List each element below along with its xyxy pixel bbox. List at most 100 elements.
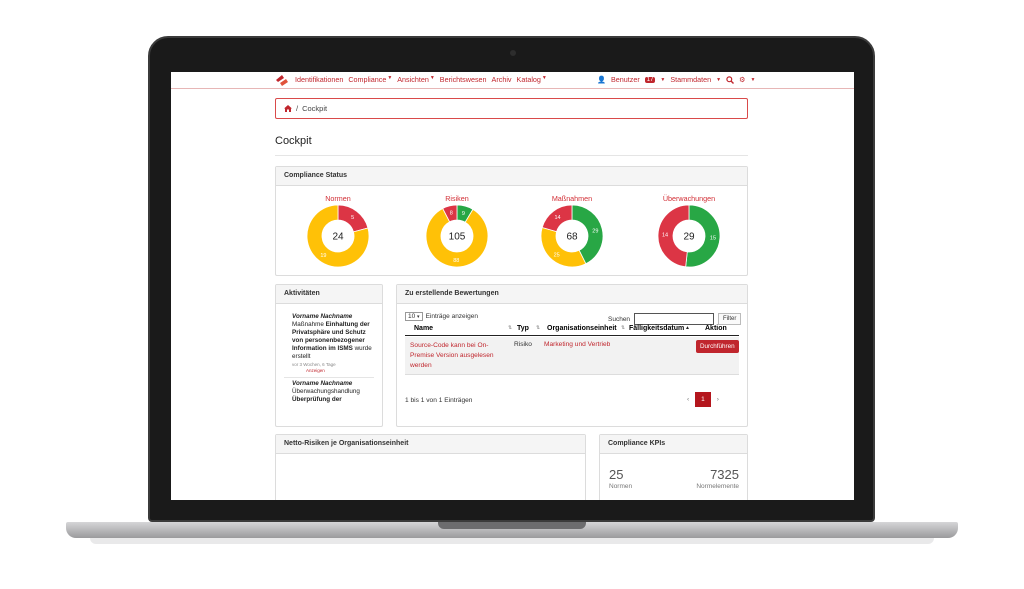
home-icon[interactable] <box>284 105 292 112</box>
table-header-rule <box>405 335 739 336</box>
search-input[interactable] <box>634 313 715 325</box>
filter-button[interactable]: Filter <box>718 313 742 325</box>
compliance-status-panel: Compliance Status Normen 5 19 24 Risiken 9 88 8… <box>275 166 748 276</box>
panel-title: Compliance Status <box>276 167 747 186</box>
sort-icon[interactable]: ⇅ <box>621 325 625 331</box>
row-org-link[interactable]: Marketing und Vertrieb <box>544 341 610 348</box>
segment-label: 5 <box>351 215 354 221</box>
panel-title: Zu erstellende Bewertungen <box>397 285 747 304</box>
nav-item[interactable]: Identifikationen <box>295 75 343 84</box>
nav-item[interactable]: Archiv <box>492 75 512 84</box>
donut-chart: Maßnahmen 29 25 14 68 <box>540 194 604 268</box>
assessments-panel: Zu erstellende Bewertungen 10 ▾ Einträge… <box>396 284 748 427</box>
activities-panel: Aktivitäten Vorname Nachname Maßnahme Ei… <box>275 284 383 427</box>
activity-show-link[interactable]: Anzeigen <box>292 368 374 374</box>
donut-chart: Risiken 9 88 8 105 <box>425 194 489 268</box>
nav-item[interactable]: Berichtswesen <box>440 75 487 84</box>
donut-total: 105 <box>449 232 466 243</box>
segment-label: 9 <box>462 211 465 217</box>
panel-title: Aktivitäten <box>276 285 382 304</box>
sort-icon[interactable]: ⇅ <box>536 325 540 331</box>
column-header-name[interactable]: Name <box>414 325 433 332</box>
column-header-action: Aktion <box>705 325 727 332</box>
kpi-norms-label: Normen <box>609 483 633 490</box>
donut-title: Normen <box>325 194 351 203</box>
donut-title: Überwachungen <box>662 194 716 203</box>
chevron-down-icon[interactable]: ▼ <box>751 77 756 83</box>
screen: Identifikationen Compliance ▼ Ansichten ▼ Ber… <box>171 72 854 500</box>
activity-user: Vorname Nachname <box>292 313 353 320</box>
laptop-shadow <box>90 538 934 544</box>
activity-type: Überwachungshandlung <box>292 387 360 395</box>
segment-label: 14 <box>662 233 668 239</box>
laptop-notch <box>438 522 586 529</box>
nav-stammdaten[interactable]: Stammdaten <box>670 75 711 84</box>
chevron-down-icon[interactable]: ▼ <box>716 77 721 83</box>
entries-label: Einträge anzeigen <box>425 313 478 320</box>
activity-type: Maßnahme <box>292 321 324 329</box>
page-title: Cockpit <box>275 135 312 147</box>
chevron-down-icon[interactable]: ▼ <box>430 75 435 84</box>
column-header-date[interactable]: Fälligkeitsdatum <box>629 325 684 332</box>
segment-label: 88 <box>453 258 459 264</box>
donut-total: 29 <box>683 232 695 243</box>
donut-segment[interactable] <box>540 227 587 268</box>
row-typ: Risiko <box>514 341 532 348</box>
donut-chart: Überwachungen 15 14 29 <box>657 194 721 268</box>
breadcrumb-current: Cockpit <box>302 104 328 113</box>
gear-icon[interactable]: ⚙ <box>739 75 745 84</box>
divider <box>275 155 748 156</box>
table-row: Source-Code kann bei On-Premise Version … <box>405 337 739 375</box>
chevron-down-icon[interactable]: ▼ <box>660 77 665 83</box>
pagination-prev[interactable]: ‹ <box>687 396 689 403</box>
pagination: ‹ 1 › <box>687 392 719 407</box>
nav-item[interactable]: Compliance <box>348 75 386 84</box>
breadcrumb-separator: / <box>296 104 299 113</box>
nav-menu: Identifikationen Compliance ▼ Ansichten ▼ Ber… <box>295 75 547 84</box>
activity-user: Vorname Nachname <box>292 379 353 387</box>
pagination-next[interactable]: › <box>717 396 719 403</box>
panel-title: Netto-Risiken je Organisationseinheit <box>276 435 585 454</box>
kpi-elements-label: Normelemente <box>696 483 739 490</box>
divider <box>284 376 374 378</box>
breadcrumb: / Cockpit <box>275 98 748 119</box>
net-risks-panel: Netto-Risiken je Organisationseinheit <box>275 434 586 500</box>
app-logo-icon[interactable] <box>275 74 289 87</box>
kpi-panel: Compliance KPIs 25 Normen 7325 Normeleme… <box>599 434 748 500</box>
user-menu[interactable]: Benutzer <box>611 75 640 84</box>
segment-label: 19 <box>320 253 326 259</box>
nav-item[interactable]: Katalog <box>517 75 541 84</box>
activity-object: Überprüfung der <box>292 395 342 403</box>
column-header-org[interactable]: Organisationseinheit <box>547 325 617 332</box>
sort-asc-icon[interactable]: ▲ <box>685 325 690 331</box>
panel-title: Compliance KPIs <box>600 435 747 454</box>
camera-icon <box>510 50 516 56</box>
segment-label: 25 <box>554 252 560 258</box>
donut-total: 24 <box>332 232 344 243</box>
nav-item[interactable]: Ansichten <box>397 75 429 84</box>
nav-right: 👤 Benutzer 17 ▼ Stammdaten ▼ ⚙ ▼ <box>597 75 755 84</box>
notification-badge[interactable]: 17 <box>644 76 656 83</box>
table-info: 1 bis 1 von 1 Einträgen <box>405 397 473 404</box>
sort-icon[interactable]: ⇅ <box>508 325 512 331</box>
row-name-link[interactable]: Source-Code kann bei On-Premise Version … <box>410 341 508 371</box>
column-header-typ[interactable]: Typ <box>517 325 529 332</box>
navbar: Identifikationen Compliance ▼ Ansichten ▼ Ber… <box>171 72 854 89</box>
donut-chart: Normen 5 19 24 <box>306 194 370 268</box>
execute-button[interactable]: Durchführen <box>696 340 739 353</box>
search-label: Suchen <box>608 315 631 323</box>
chevron-down-icon[interactable]: ▼ <box>542 75 547 84</box>
donut-total: 68 <box>566 232 578 243</box>
segment-label: 29 <box>592 229 598 235</box>
segment-label: 14 <box>554 215 560 221</box>
chevron-down-icon[interactable]: ▼ <box>387 75 392 84</box>
donut-title: Maßnahmen <box>551 194 593 203</box>
search-icon[interactable] <box>726 75 735 84</box>
page-size-select[interactable]: 10 ▾ <box>405 312 423 321</box>
kpi-elements-value: 7325 <box>710 467 739 482</box>
user-icon[interactable]: 👤 <box>597 75 606 84</box>
segment-label: 8 <box>450 211 453 217</box>
kpi-norms-value: 25 <box>609 467 624 482</box>
pagination-page[interactable]: 1 <box>695 392 711 407</box>
donut-title: Risiken <box>445 194 469 203</box>
